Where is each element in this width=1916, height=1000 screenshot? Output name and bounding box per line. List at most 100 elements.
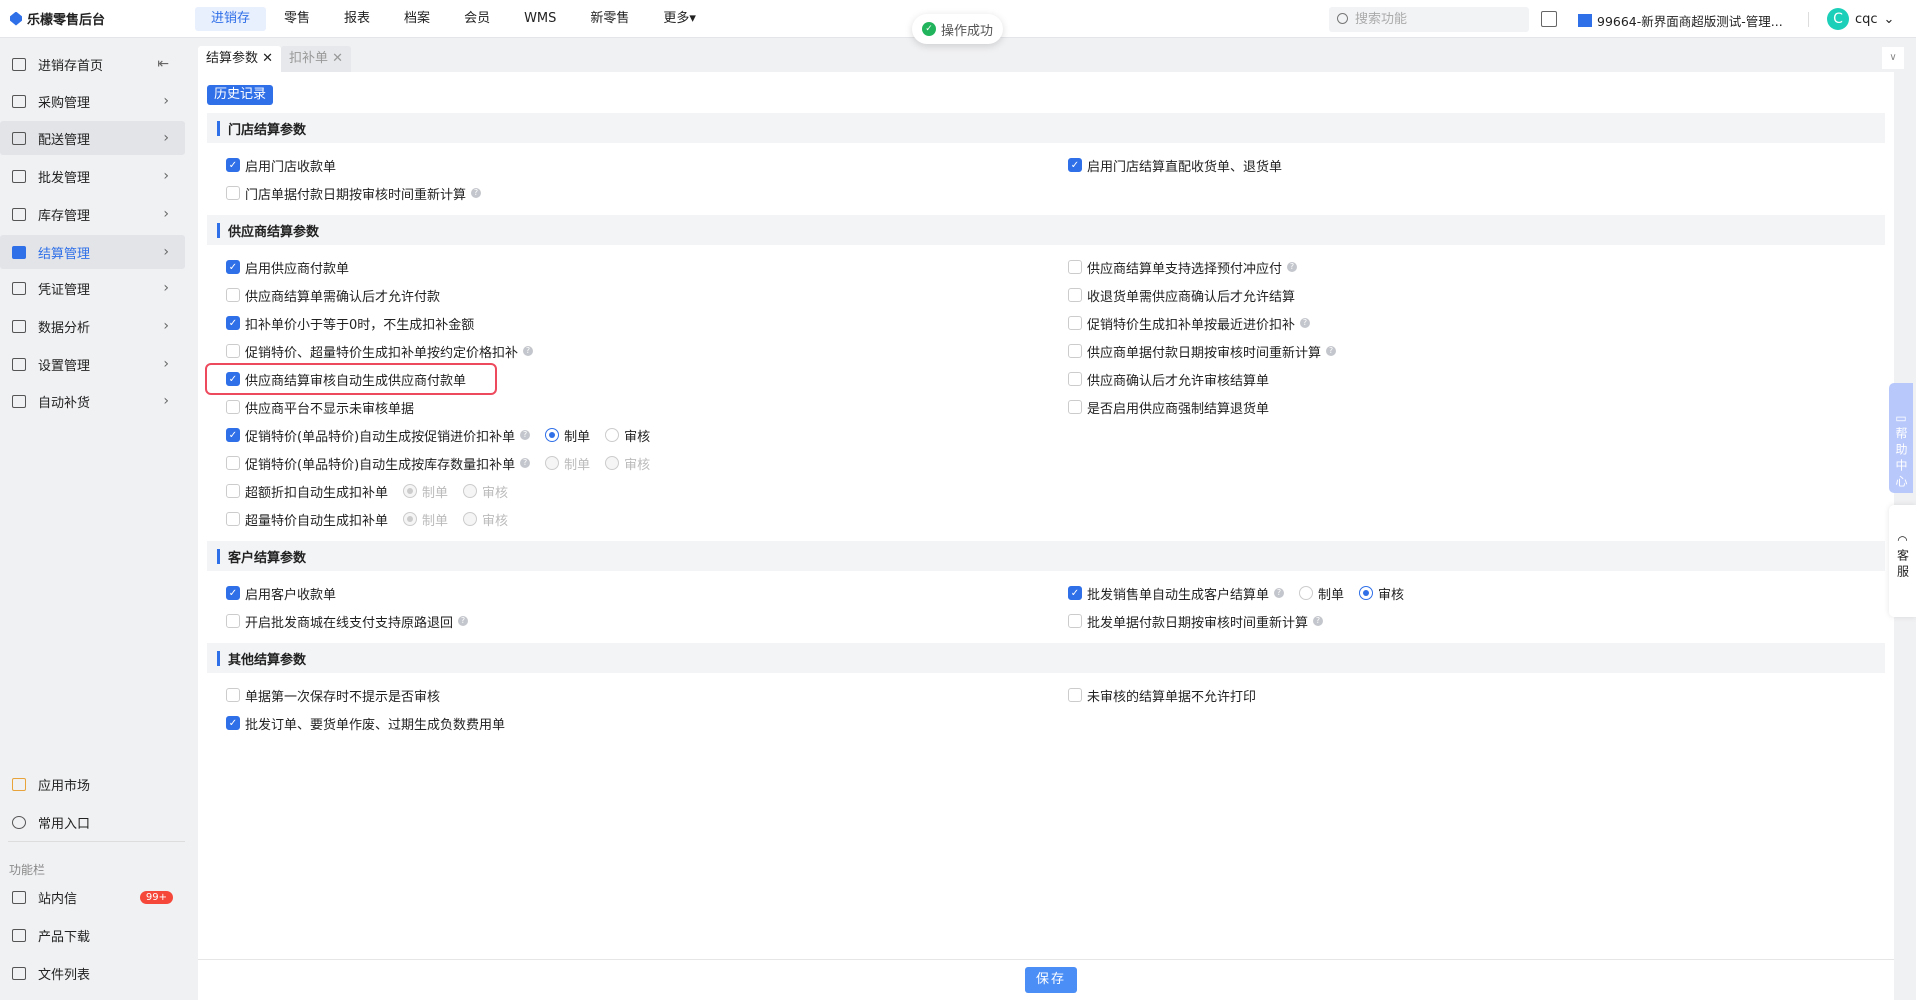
option-label[interactable]: 门店单据付款日期按审核时间重新计算 bbox=[245, 184, 466, 203]
radio-option[interactable]: 审核 bbox=[1359, 584, 1404, 603]
checkbox[interactable] bbox=[226, 484, 240, 498]
option-label[interactable]: 批发订单、要货单作废、过期生成负数费用单 bbox=[245, 714, 505, 733]
search-input[interactable]: 搜索功能 bbox=[1329, 7, 1529, 32]
radio[interactable] bbox=[463, 484, 478, 498]
radio-option[interactable]: 审核 bbox=[463, 510, 508, 529]
option-label[interactable]: 供应商单据付款日期按审核时间重新计算 bbox=[1087, 342, 1321, 361]
option-label[interactable]: 供应商确认后才允许审核结算单 bbox=[1087, 370, 1269, 389]
checkbox[interactable] bbox=[226, 186, 240, 200]
help-icon[interactable]: ? bbox=[1300, 318, 1311, 328]
radio[interactable] bbox=[605, 456, 620, 470]
radio-option[interactable]: 制单 bbox=[403, 510, 448, 529]
sidebar-item-home[interactable]: 进销存首页 ⇤ bbox=[0, 47, 185, 81]
checkbox[interactable] bbox=[226, 688, 240, 702]
checkbox[interactable] bbox=[1068, 288, 1082, 302]
radio-option[interactable]: 制单 bbox=[545, 426, 590, 445]
radio[interactable] bbox=[545, 428, 560, 442]
nav-member[interactable]: 会员 bbox=[448, 7, 506, 31]
option-label[interactable]: 促销特价(单品特价)自动生成按促销进价扣补单 bbox=[245, 426, 515, 445]
sidebar-item-messages[interactable]: 站内信 99+ bbox=[0, 880, 185, 914]
radio[interactable] bbox=[605, 428, 620, 442]
checkbox[interactable] bbox=[226, 288, 240, 302]
checkbox[interactable] bbox=[226, 400, 240, 414]
radio[interactable] bbox=[545, 456, 560, 470]
checkbox[interactable]: ✓ bbox=[226, 372, 240, 386]
checkbox[interactable] bbox=[1068, 316, 1082, 330]
sidebar-item-inventory[interactable]: 库存管理 › bbox=[0, 197, 185, 231]
nav-retail[interactable]: 零售 bbox=[268, 7, 326, 31]
radio-option[interactable]: 审核 bbox=[463, 482, 508, 501]
option-label[interactable]: 供应商结算单需确认后才允许付款 bbox=[245, 286, 440, 305]
checkbox[interactable]: ✓ bbox=[226, 316, 240, 330]
option-label[interactable]: 供应商结算审核自动生成供应商付款单 bbox=[245, 370, 466, 389]
option-label[interactable]: 未审核的结算单据不允许打印 bbox=[1087, 686, 1256, 705]
option-label[interactable]: 启用门店结算直配收货单、退货单 bbox=[1087, 156, 1282, 175]
store-selector[interactable]: 99664-新界面商超版测试-管理... bbox=[1578, 11, 1783, 30]
help-center-button[interactable]: ▭ 帮助中心 bbox=[1889, 383, 1913, 493]
checkbox[interactable] bbox=[1068, 260, 1082, 274]
sidebar-item-settlement[interactable]: 结算管理 › bbox=[0, 235, 185, 269]
nav-more[interactable]: 更多▾ bbox=[647, 7, 712, 31]
close-icon[interactable]: ✕ bbox=[332, 51, 343, 66]
option-label[interactable]: 是否启用供应商强制结算退货单 bbox=[1087, 398, 1269, 417]
radio-option[interactable]: 审核 bbox=[605, 454, 650, 473]
radio[interactable] bbox=[403, 512, 418, 526]
checkbox[interactable] bbox=[1068, 372, 1082, 386]
sidebar-item-wholesale[interactable]: 批发管理 › bbox=[0, 159, 185, 193]
checkbox[interactable]: ✓ bbox=[226, 428, 240, 442]
help-icon[interactable]: ? bbox=[1287, 262, 1298, 272]
nav-new-retail[interactable]: 新零售 bbox=[574, 7, 645, 31]
sidebar-item-voucher[interactable]: 凭证管理 › bbox=[0, 271, 185, 305]
help-icon[interactable]: ? bbox=[523, 346, 534, 356]
sidebar-item-delivery[interactable]: 配送管理 › bbox=[0, 121, 185, 155]
option-label[interactable]: 供应商结算单支持选择预付冲应付 bbox=[1087, 258, 1282, 277]
option-label[interactable]: 批发单据付款日期按审核时间重新计算 bbox=[1087, 612, 1308, 631]
collapse-icon[interactable]: ⇤ bbox=[157, 56, 169, 72]
customer-service-button[interactable]: ◠ 客服 bbox=[1889, 505, 1916, 617]
radio[interactable] bbox=[463, 512, 478, 526]
radio-option[interactable]: 制单 bbox=[1299, 584, 1344, 603]
help-icon[interactable]: ? bbox=[1313, 616, 1324, 626]
checkbox[interactable] bbox=[226, 512, 240, 526]
checkbox[interactable] bbox=[1068, 344, 1082, 358]
radio[interactable] bbox=[403, 484, 418, 498]
logo[interactable]: 乐檬零售后台 bbox=[10, 9, 190, 28]
option-label[interactable]: 收退货单需供应商确认后才允许结算 bbox=[1087, 286, 1295, 305]
checkbox[interactable]: ✓ bbox=[1068, 586, 1082, 600]
user-menu[interactable]: Ccqc ⌄ bbox=[1827, 8, 1894, 30]
checkbox[interactable]: ✓ bbox=[226, 158, 240, 172]
help-icon[interactable]: ? bbox=[1326, 346, 1337, 356]
checkbox[interactable] bbox=[226, 456, 240, 470]
sidebar-item-replenish[interactable]: 自动补货 › bbox=[0, 384, 185, 418]
option-label[interactable]: 促销特价生成扣补单按最近进价扣补 bbox=[1087, 314, 1295, 333]
tab-settlement-params[interactable]: 结算参数 ✕ bbox=[198, 46, 282, 72]
help-icon[interactable]: ? bbox=[520, 458, 531, 468]
radio[interactable] bbox=[1359, 586, 1374, 600]
checkbox[interactable] bbox=[1068, 614, 1082, 628]
option-label[interactable]: 批发销售单自动生成客户结算单 bbox=[1087, 584, 1269, 603]
save-button[interactable]: 保存 bbox=[1025, 967, 1077, 993]
sidebar-item-favorites[interactable]: 常用入口 bbox=[0, 805, 185, 839]
help-icon[interactable]: ? bbox=[1274, 588, 1285, 598]
sidebar-item-settings[interactable]: 设置管理 › bbox=[0, 347, 185, 381]
nav-report[interactable]: 报表 bbox=[328, 7, 386, 31]
sidebar-item-purchase[interactable]: 采购管理 › bbox=[0, 84, 185, 118]
radio-option[interactable]: 审核 bbox=[605, 426, 650, 445]
nav-archive[interactable]: 档案 bbox=[388, 7, 446, 31]
checkbox[interactable]: ✓ bbox=[226, 260, 240, 274]
close-icon[interactable]: ✕ bbox=[262, 51, 273, 66]
option-label[interactable]: 启用门店收款单 bbox=[245, 156, 336, 175]
option-label[interactable]: 超量特价自动生成扣补单 bbox=[245, 510, 388, 529]
option-label[interactable]: 超额折扣自动生成扣补单 bbox=[245, 482, 388, 501]
option-label[interactable]: 启用供应商付款单 bbox=[245, 258, 349, 277]
radio[interactable] bbox=[1299, 586, 1314, 600]
checkbox[interactable] bbox=[1068, 400, 1082, 414]
checkbox[interactable] bbox=[226, 614, 240, 628]
checkbox[interactable]: ✓ bbox=[226, 586, 240, 600]
history-button[interactable]: 历史记录 bbox=[207, 85, 274, 105]
help-icon[interactable]: ? bbox=[458, 616, 469, 626]
checkbox[interactable] bbox=[226, 344, 240, 358]
option-label[interactable]: 扣补单价小于等于0时，不生成扣补金额 bbox=[245, 314, 474, 333]
option-label[interactable]: 促销特价、超量特价生成扣补单按约定价格扣补 bbox=[245, 342, 518, 361]
option-label[interactable]: 供应商平台不显示未审核单据 bbox=[245, 398, 414, 417]
